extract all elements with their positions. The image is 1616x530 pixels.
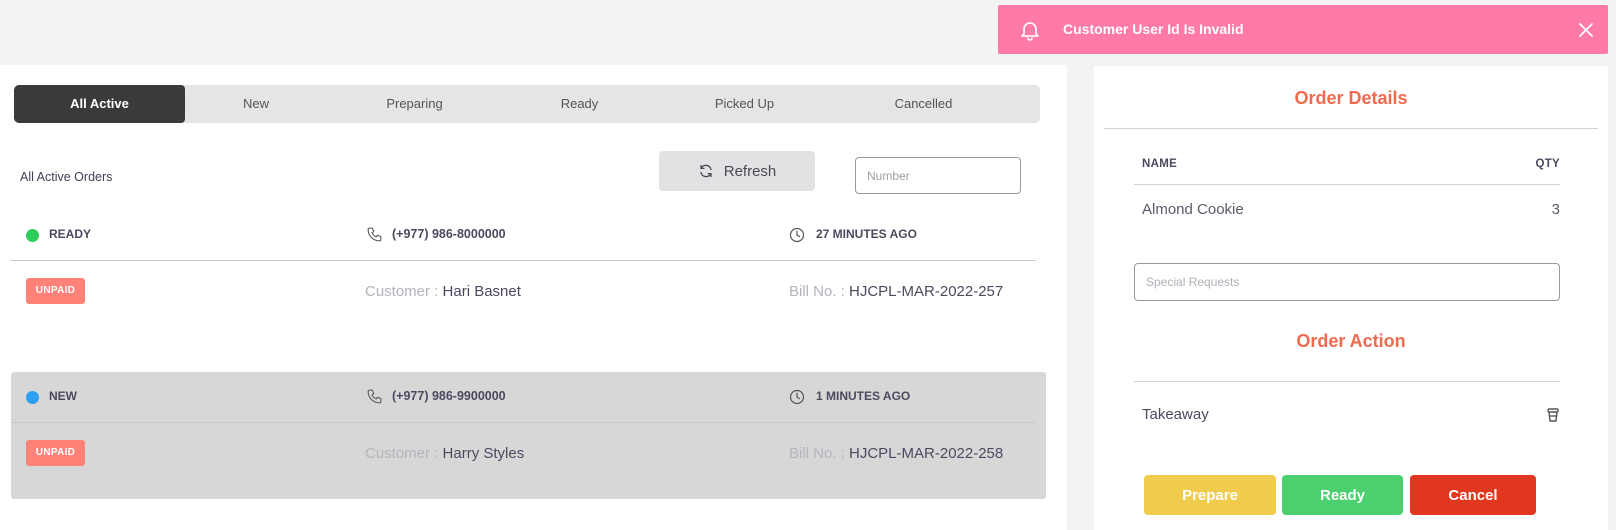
status-dot (26, 391, 39, 404)
phone-icon (367, 227, 382, 242)
status-dot (26, 229, 39, 242)
tab-preparing[interactable]: Preparing (327, 85, 502, 123)
divider (1104, 128, 1598, 129)
prepare-button[interactable]: Prepare (1144, 475, 1276, 515)
tab-new[interactable]: New (185, 85, 327, 123)
order-type: Takeaway (1142, 406, 1209, 423)
clock-icon (789, 389, 805, 405)
error-toast: Customer User Id Is Invalid (998, 5, 1608, 54)
tab-cancelled[interactable]: Cancelled (832, 85, 1015, 123)
order-card-selected[interactable]: NEW (+977) 986-9900000 1 MINUTES AGO UNP… (11, 372, 1046, 499)
ready-button[interactable]: Ready (1282, 475, 1403, 515)
item-name: Almond Cookie (1142, 201, 1244, 218)
phone-icon (367, 389, 382, 404)
bill-number: HJCPL-MAR-2022-257 (849, 283, 1004, 300)
order-header: READY (+977) 986-8000000 27 MINUTES AGO (11, 210, 1036, 261)
customer-phone: (+977) 986-9900000 (392, 389, 506, 403)
customer-label: Customer : (365, 445, 443, 462)
order-time: 27 MINUTES AGO (816, 227, 917, 241)
close-icon[interactable] (1576, 20, 1596, 40)
refresh-icon (700, 164, 712, 178)
tab-ready[interactable]: Ready (502, 85, 657, 123)
status-tabs: All Active New Preparing Ready Picked Up… (14, 85, 1040, 123)
clock-icon (789, 227, 805, 243)
order-card[interactable]: READY (+977) 986-8000000 27 MINUTES AGO … (11, 210, 1046, 330)
special-requests-input[interactable] (1134, 263, 1560, 301)
customer-info: Customer : Harry Styles (365, 445, 524, 462)
order-action-title: Order Action (1296, 331, 1406, 351)
tab-picked-up[interactable]: Picked Up (657, 85, 832, 123)
customer-name: Harry Styles (442, 445, 525, 462)
orders-panel: All Active New Preparing Ready Picked Up… (0, 65, 1067, 530)
bill-info: Bill No. : HJCPL-MAR-2022-258 (789, 445, 1003, 462)
payment-badge: UNPAID (26, 440, 85, 466)
order-time: 1 MINUTES AGO (816, 389, 911, 403)
order-status: READY (49, 227, 92, 241)
bill-number: HJCPL-MAR-2022-258 (849, 445, 1004, 462)
cancel-button[interactable]: Cancel (1410, 475, 1536, 515)
order-header: NEW (+977) 986-9900000 1 MINUTES AGO (11, 372, 1036, 423)
item-qty: 3 (1551, 201, 1560, 218)
bill-info: Bill No. : HJCPL-MAR-2022-257 (789, 283, 1003, 300)
order-status: NEW (49, 389, 77, 403)
column-header-name: NAME (1142, 158, 1178, 170)
bell-icon (1021, 22, 1039, 41)
divider (1134, 184, 1560, 185)
refresh-button[interactable]: Refresh (659, 151, 815, 191)
customer-name: Hari Basnet (442, 283, 521, 300)
payment-badge: UNPAID (26, 278, 85, 304)
divider (1134, 381, 1560, 382)
orders-list-title: All Active Orders (20, 170, 113, 184)
refresh-label: Refresh (723, 162, 777, 180)
order-details-title: Order Details (1294, 88, 1408, 108)
column-header-qty: QTY (1535, 158, 1560, 170)
toast-message: Customer User Id Is Invalid (1063, 21, 1244, 37)
bill-label: Bill No. : (789, 445, 850, 462)
order-details-panel: Order Details NAME QTY Almond Cookie 3 O… (1094, 66, 1608, 530)
takeaway-cup-icon (1547, 408, 1559, 422)
number-search-input[interactable] (855, 157, 1021, 194)
customer-phone: (+977) 986-8000000 (392, 227, 506, 241)
bill-label: Bill No. : (789, 283, 850, 300)
tab-all-active[interactable]: All Active (14, 85, 185, 123)
customer-info: Customer : Hari Basnet (365, 283, 521, 300)
customer-label: Customer : (365, 283, 443, 300)
